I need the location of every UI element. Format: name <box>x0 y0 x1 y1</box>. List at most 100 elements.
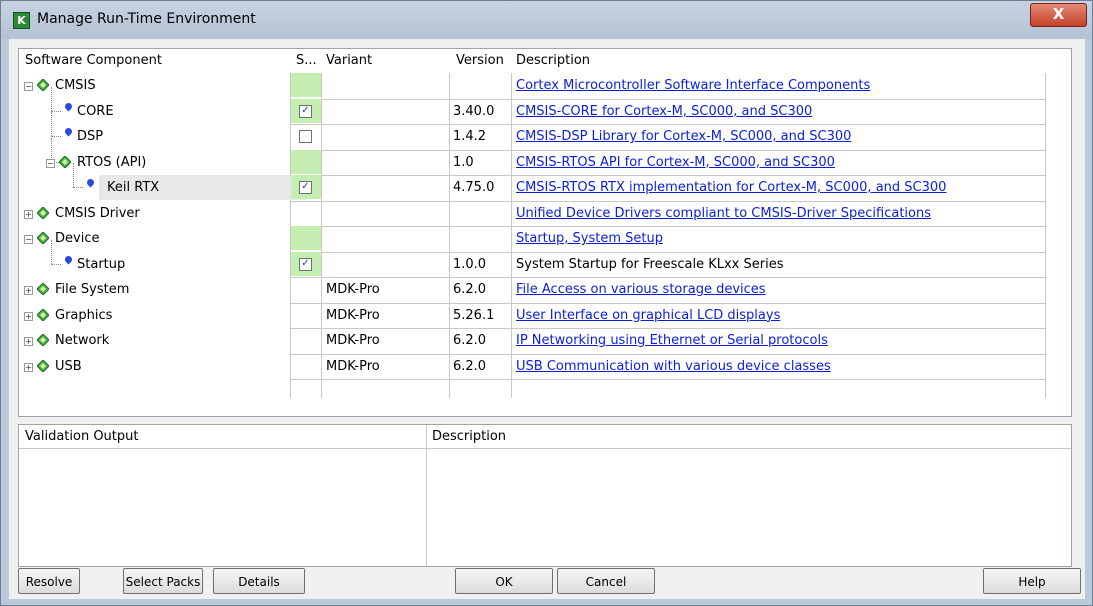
selection-cell[interactable]: ✓ <box>291 175 321 199</box>
description-link[interactable]: CMSIS-RTOS API for Cortex-M, SC000, and … <box>516 150 835 175</box>
tree-connector <box>73 163 74 187</box>
resolve-button[interactable]: Resolve <box>18 568 80 594</box>
component-name[interactable]: Keil RTX <box>99 175 306 200</box>
selection-cell <box>291 328 321 352</box>
tree-connector <box>51 86 52 111</box>
checked-checkbox[interactable]: ✓ <box>299 181 312 194</box>
blue-bullet-icon <box>63 254 74 264</box>
blue-bullet-icon <box>63 126 74 137</box>
component-name[interactable]: CORE <box>77 99 114 124</box>
green-diamond-icon <box>36 307 50 322</box>
expand-icon[interactable]: + <box>24 286 33 295</box>
selection-cell[interactable]: ✓ <box>291 98 321 123</box>
green-diamond-icon <box>36 205 50 220</box>
component-name[interactable]: CMSIS Driver <box>55 201 140 226</box>
description-link[interactable]: CMSIS-RTOS RTX implementation for Cortex… <box>516 175 946 200</box>
component-table: Software Component S... Variant Version … <box>18 48 1072 417</box>
component-name[interactable]: CMSIS <box>55 73 96 98</box>
component-name[interactable]: Graphics <box>55 303 112 328</box>
table-row[interactable]: CORE ✓ 3.40.0 CMSIS-CORE for Cortex-M, SC00… <box>19 86 1045 124</box>
unchecked-checkbox[interactable] <box>299 130 312 143</box>
table-row[interactable]: Keil RTX ✓ 4.75.0 CMSIS-RTOS RTX implementa… <box>19 163 1045 200</box>
help-button[interactable]: Help <box>983 568 1081 594</box>
description-text: System Startup for Freescale KLxx Series <box>516 256 784 272</box>
column-header-component[interactable]: Software Component <box>25 49 162 73</box>
table-row[interactable]: + Network MDK-Pro 6.2.0 IP Networking using … <box>19 328 1045 353</box>
expand-icon[interactable]: + <box>24 362 33 372</box>
close-button[interactable]: X <box>1030 3 1087 27</box>
description-link[interactable]: CMSIS-DSP Library for Cortex-M, SC000, a… <box>516 124 851 149</box>
version-cell: 6.2.0 <box>453 282 487 297</box>
expand-icon[interactable]: + <box>24 311 33 321</box>
selection-cell <box>291 303 321 327</box>
component-name[interactable]: Network <box>55 328 109 353</box>
component-name[interactable]: File System <box>55 277 129 302</box>
table-row[interactable]: + USB MDK-Pro 6.2.0 USB Communication with v… <box>19 354 1045 379</box>
collapse-icon[interactable]: − <box>24 82 33 91</box>
version-cell: 1.0 <box>453 154 474 170</box>
table-row[interactable]: − RTOS (API) 1.0 CMSIS-RTOS API for Cortex-… <box>19 137 1045 175</box>
validation-panel: Validation Output Description <box>18 424 1072 567</box>
component-name[interactable]: DSP <box>77 124 103 149</box>
component-name[interactable]: Startup <box>77 252 125 277</box>
checked-checkbox[interactable]: ✓ <box>299 257 312 271</box>
grid-line <box>1045 73 1046 398</box>
collapse-icon[interactable]: − <box>46 158 55 168</box>
variant-cell: MDK-Pro <box>326 333 380 348</box>
expand-icon[interactable]: + <box>24 209 33 219</box>
cancel-button[interactable]: Cancel <box>557 568 655 594</box>
selection-cell <box>291 73 321 97</box>
app-icon: K <box>13 12 30 29</box>
version-cell: 6.2.0 <box>453 333 487 348</box>
tree-connector <box>51 263 61 265</box>
column-header-sel[interactable]: S... <box>296 49 317 73</box>
version-cell: 4.75.0 <box>453 180 495 195</box>
expand-icon[interactable]: + <box>24 337 33 346</box>
details-button[interactable]: Details <box>213 568 305 594</box>
description-link[interactable]: CMSIS-CORE for Cortex-M, SC000, and SC30… <box>516 99 812 124</box>
table-row[interactable]: + CMSIS Driver Unified Device Drivers comp… <box>19 201 1045 226</box>
table-row[interactable]: DSP 1.4.2 CMSIS-DSP Library for Cortex-M, … <box>19 112 1045 149</box>
description-link[interactable]: Startup, System Setup <box>516 226 663 251</box>
dialog-client: Software Component S... Variant Version … <box>9 39 1085 599</box>
version-cell: 5.26.1 <box>453 307 495 323</box>
column-header-description[interactable]: Description <box>516 49 590 73</box>
green-diamond-icon <box>36 231 50 245</box>
green-diamond-icon <box>58 154 72 169</box>
tree-connector <box>51 239 52 264</box>
variant-cell: MDK-Pro <box>326 307 380 323</box>
checked-checkbox[interactable]: ✓ <box>299 104 312 118</box>
validation-output-header: Validation Output <box>25 429 139 444</box>
selection-cell <box>291 149 321 174</box>
component-name[interactable]: Device <box>55 226 99 251</box>
version-cell: 3.40.0 <box>453 103 495 119</box>
column-header-version[interactable]: Version <box>456 49 504 73</box>
variant-cell: MDK-Pro <box>326 358 380 374</box>
component-name[interactable]: RTOS (API) <box>77 150 146 175</box>
validation-description-header: Description <box>432 429 507 444</box>
selection-cell[interactable] <box>291 124 321 148</box>
column-header-variant[interactable]: Variant <box>326 49 372 73</box>
description-link[interactable]: IP Networking using Ethernet or Serial p… <box>516 328 828 353</box>
description-link[interactable]: USB Communication with various device cl… <box>516 354 831 379</box>
window-title: Manage Run-Time Environment <box>37 11 256 27</box>
table-row[interactable]: Startup ✓ 1.0.0 System Startup for Freescal… <box>19 239 1045 277</box>
selection-cell[interactable]: ✓ <box>291 251 321 276</box>
description-link[interactable]: User Interface on graphical LCD displays <box>516 303 780 328</box>
tree-connector <box>51 110 61 112</box>
green-diamond-icon <box>36 282 50 296</box>
ok-button[interactable]: OK <box>455 568 553 594</box>
title-bar: K Manage Run-Time Environment X <box>1 1 1092 39</box>
table-row[interactable]: − Device Startup, System Setup <box>19 226 1045 251</box>
component-name[interactable]: USB <box>55 354 82 379</box>
description-link[interactable]: Cortex Microcontroller Software Interfac… <box>516 73 870 98</box>
description-link[interactable]: Unified Device Drivers compliant to CMSI… <box>516 201 931 226</box>
description-link[interactable]: File Access on various storage devices <box>516 277 766 302</box>
select-packs-button[interactable]: Select Packs <box>123 568 203 594</box>
table-row[interactable]: + File System MDK-Pro 6.2.0 File Access on v… <box>19 277 1045 302</box>
table-row[interactable]: − CMSIS Cortex Microcontroller Software In… <box>19 73 1045 98</box>
collapse-icon[interactable]: − <box>24 235 33 244</box>
validation-header-row <box>19 425 1071 449</box>
table-row[interactable]: + Graphics MDK-Pro 5.26.1 User Interface on … <box>19 303 1045 328</box>
tree-connector <box>73 187 83 188</box>
